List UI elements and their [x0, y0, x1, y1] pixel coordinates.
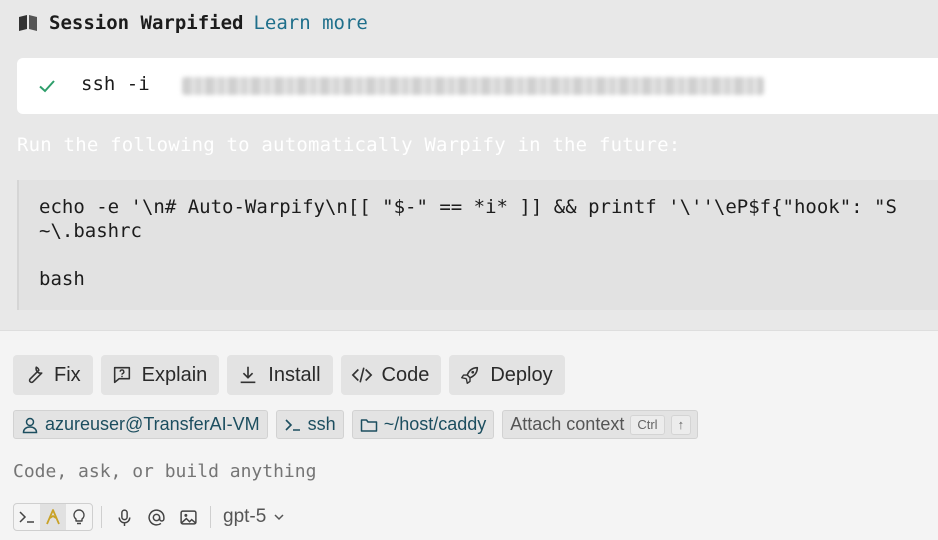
- install-button-label: Install: [268, 363, 321, 386]
- install-button[interactable]: Install: [227, 355, 333, 395]
- warpify-hint: Run the following to automatically Warpi…: [17, 134, 681, 156]
- path-context-chip[interactable]: ~/host/caddy: [351, 410, 495, 439]
- question-bubble-icon: [113, 366, 130, 384]
- path-context-label: ~/host/caddy: [383, 414, 487, 434]
- ssh-command-text: ssh -i: [81, 73, 150, 95]
- agent-mode-button[interactable]: [40, 504, 66, 530]
- agent-input-panel: Fix Explain Install Code Deploy azureuse…: [0, 330, 938, 540]
- attach-image-button[interactable]: [174, 503, 202, 531]
- ctrl-key-hint: Ctrl: [630, 414, 665, 435]
- check-icon: [39, 80, 55, 93]
- shell-context-label: ssh: [307, 414, 336, 434]
- user-context-chip[interactable]: azureuser@TransferAI-VM: [13, 410, 268, 439]
- mode-toggle-group: [13, 503, 93, 531]
- model-name: gpt-5: [223, 506, 267, 527]
- warpify-code-block[interactable]: echo -e '\n# Auto-Warpify\n[[ "$-" == *i…: [17, 180, 938, 310]
- code-icon: [351, 367, 372, 383]
- agent-prompt-input[interactable]: [13, 457, 913, 485]
- mention-button[interactable]: [142, 503, 170, 531]
- explain-button-label: Explain: [141, 363, 208, 386]
- terminal-output: Session Warpified Learn more ssh -i Run …: [0, 0, 938, 330]
- code-button[interactable]: Code: [340, 355, 442, 395]
- agent-icon: [46, 509, 60, 525]
- image-icon: [179, 509, 197, 525]
- toolbar-divider: [101, 506, 102, 528]
- book-icon: [18, 14, 39, 32]
- input-toolbar: gpt-5: [13, 503, 290, 531]
- at-sign-icon: [147, 508, 165, 526]
- terminal-prompt-icon: [19, 511, 34, 523]
- quick-actions: Fix Explain Install Code Deploy: [13, 355, 565, 395]
- folder-icon: [360, 418, 377, 432]
- deploy-button[interactable]: Deploy: [449, 355, 565, 395]
- wrench-icon: [28, 366, 43, 384]
- rocket-icon: [461, 366, 479, 384]
- code-line: ~\.bashrc: [39, 220, 142, 242]
- code-line: echo -e '\n# Auto-Warpify\n[[ "$-" == *i…: [39, 196, 897, 218]
- voice-input-button[interactable]: [110, 503, 138, 531]
- lightbulb-icon: [73, 509, 85, 525]
- explain-button[interactable]: Explain: [100, 355, 220, 395]
- fix-button[interactable]: Fix: [13, 355, 93, 395]
- fix-button-label: Fix: [54, 363, 81, 386]
- terminal-prompt-icon: [285, 418, 300, 431]
- download-icon: [240, 366, 256, 384]
- redacted-ssh-args: [182, 77, 764, 95]
- deploy-button-label: Deploy: [490, 363, 553, 386]
- model-selector[interactable]: gpt-5: [219, 506, 290, 528]
- attach-context-button[interactable]: Attach context Ctrl ↑: [502, 410, 699, 439]
- shell-context-chip[interactable]: ssh: [275, 410, 344, 439]
- context-chips: azureuser@TransferAI-VM ssh ~/host/caddy…: [13, 410, 699, 439]
- attach-context-label: Attach context: [510, 414, 625, 434]
- code-language-label: bash: [39, 268, 85, 290]
- up-arrow-key-hint: ↑: [670, 414, 692, 435]
- microphone-icon: [117, 508, 131, 526]
- learn-more-link[interactable]: Learn more: [253, 12, 367, 34]
- terminal-mode-button[interactable]: [14, 504, 40, 530]
- ssh-command-block[interactable]: ssh -i: [17, 58, 938, 114]
- session-header: Session Warpified Learn more: [18, 11, 368, 35]
- code-button-label: Code: [381, 363, 430, 386]
- suggestion-mode-button[interactable]: [66, 504, 92, 530]
- user-context-label: azureuser@TransferAI-VM: [45, 414, 260, 434]
- toolbar-divider: [210, 506, 211, 528]
- chevron-down-icon: [274, 514, 284, 521]
- user-icon: [22, 417, 38, 433]
- session-title: Session Warpified: [49, 12, 244, 34]
